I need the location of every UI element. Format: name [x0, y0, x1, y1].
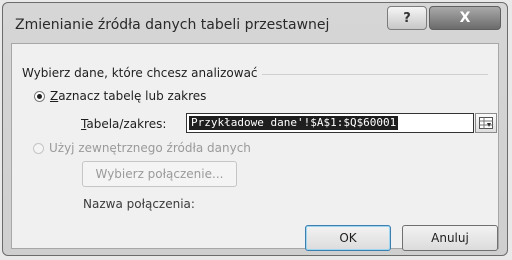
- choose-connection-label: Wybierz połączenie...: [95, 167, 224, 181]
- choose-connection-button[interactable]: Wybierz połączenie...: [82, 161, 237, 187]
- use-external-radio[interactable]: [33, 143, 44, 154]
- close-button[interactable]: X: [429, 6, 501, 30]
- help-button[interactable]: ?: [387, 6, 427, 30]
- range-label: Tabela/zakres:: [81, 117, 167, 131]
- group-divider: [262, 74, 488, 75]
- range-input[interactable]: Przykładowe dane'!$A$1:$Q$60001: [186, 113, 474, 133]
- dialog-title: Zmienianie źródła danych tabeli przestaw…: [15, 17, 330, 33]
- cancel-button[interactable]: Anuluj: [402, 225, 498, 251]
- help-icon: ?: [403, 10, 411, 26]
- collapse-dialog-button[interactable]: [475, 113, 497, 133]
- ok-label: OK: [339, 231, 357, 245]
- close-icon: X: [459, 10, 471, 26]
- dialog-window: Zmienianie źródła danych tabeli przestaw…: [2, 2, 508, 256]
- ok-button[interactable]: OK: [305, 225, 391, 251]
- group-label: Wybierz dane, które chcesz analizować: [22, 66, 258, 80]
- connection-name-label: Nazwa połączenia:: [83, 197, 195, 211]
- range-value[interactable]: Przykładowe dane'!$A$1:$Q$60001: [189, 116, 399, 130]
- use-external-label[interactable]: Użyj zewnętrznego źródła danych: [49, 141, 251, 155]
- range-selector-icon: [479, 117, 493, 129]
- select-table-label[interactable]: Zaznacz tabelę lub zakres: [50, 89, 206, 103]
- cancel-label: Anuluj: [431, 231, 469, 245]
- select-table-radio[interactable]: [34, 91, 45, 102]
